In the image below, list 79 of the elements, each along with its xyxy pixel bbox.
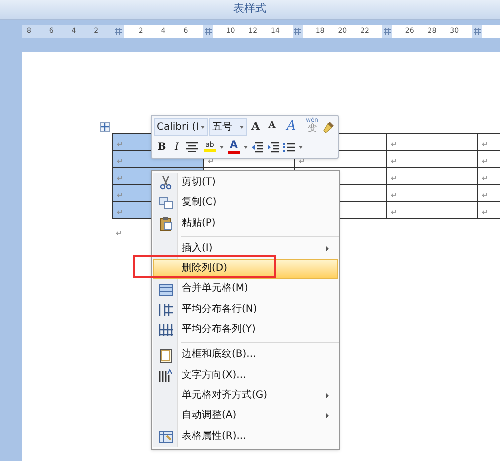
column-marker[interactable] <box>203 25 214 38</box>
menu-item[interactable]: 文字方向(X)... <box>153 366 338 386</box>
submenu-arrow-icon <box>326 246 329 252</box>
font-name-dropdown[interactable]: Calibri (Ⅰ <box>154 118 208 136</box>
menu-item[interactable]: 剪切(T) <box>153 173 338 194</box>
menu-item-label: 复制(C) <box>182 196 217 210</box>
submenu-arrow-icon <box>326 413 329 420</box>
menu-item-label: 边框和底纹(B)... <box>182 348 256 362</box>
dropdown-arrow-icon[interactable] <box>244 146 248 148</box>
paragraph-mark: ↵ <box>117 191 124 201</box>
table-properties-icon <box>159 430 173 443</box>
dropdown-arrow-icon[interactable] <box>220 146 224 148</box>
paragraph-mark: ↵ <box>482 174 489 184</box>
paragraph-mark: ↵ <box>117 157 124 167</box>
bullet-list-icon[interactable] <box>283 141 296 153</box>
distribute-rows-icon <box>159 304 173 316</box>
italic-button[interactable]: I <box>171 138 183 156</box>
increase-indent-icon[interactable] <box>267 141 280 153</box>
menu-item-label: 删除列(D) <box>182 262 228 276</box>
shrink-font-button[interactable]: A <box>264 118 280 136</box>
table-merge-icon <box>159 284 173 296</box>
menu-item[interactable]: 自动调整(A) <box>153 406 338 427</box>
grow-font-button[interactable]: A <box>248 118 264 136</box>
paragraph-mark: ↵ <box>391 140 398 150</box>
menu-item[interactable]: 平均分布各列(Y) <box>153 320 338 340</box>
copy-icon <box>159 197 173 210</box>
paragraph-mark: ↵ <box>117 140 124 150</box>
paragraph-mark: ↵ <box>391 191 398 201</box>
menu-item[interactable]: 删除列(D) <box>153 259 338 280</box>
column-marker[interactable] <box>114 25 124 38</box>
paragraph-mark: ↵ <box>116 229 123 239</box>
distribute-columns-icon <box>159 324 173 336</box>
column-marker[interactable] <box>472 25 482 38</box>
menu-item-label: 合并单元格(M) <box>182 282 248 296</box>
bold-button[interactable]: B <box>156 138 168 156</box>
menu-item-label: 插入(I) <box>182 242 213 256</box>
menu-item[interactable]: 粘贴(P) <box>153 214 338 234</box>
menu-item[interactable]: 表格属性(R)... <box>153 426 338 447</box>
scissors-icon <box>160 176 172 190</box>
paragraph-mark: ↵ <box>117 174 124 184</box>
dropdown-arrow-icon[interactable] <box>299 146 303 148</box>
move-handle-icon[interactable] <box>100 122 110 132</box>
menu-item-label: 平均分布各行(N) <box>182 302 258 317</box>
menu-item-label: 表格属性(R)... <box>182 430 246 444</box>
paragraph-mark: ↵ <box>482 208 489 218</box>
font-size-dropdown[interactable]: 五号 <box>209 118 248 136</box>
menu-item-label: 单元格对齐方式(G) <box>182 388 268 403</box>
menu-item-label: 剪切(T) <box>182 176 216 190</box>
paragraph-mark: ↵ <box>391 157 398 167</box>
menu-item-label: 文字方向(X)... <box>182 368 246 383</box>
window-title: 表样式 <box>234 1 266 18</box>
text-direction-icon <box>159 368 173 383</box>
menu-item[interactable]: 复制(C) <box>153 193 338 214</box>
paragraph-mark: ↵ <box>391 174 398 184</box>
menu-item[interactable]: 单元格对齐方式(G) <box>153 386 338 406</box>
paragraph-mark: ↵ <box>117 208 124 218</box>
column-marker[interactable] <box>292 25 303 38</box>
menu-item[interactable]: 边框和底纹(B)... <box>153 345 338 366</box>
paragraph-mark: ↵ <box>208 157 215 167</box>
decrease-indent-icon[interactable] <box>251 141 264 153</box>
paragraph-mark: ↵ <box>482 140 489 150</box>
menu-item-label: 自动调整(A) <box>182 409 237 424</box>
paragraph-mark: ↵ <box>299 157 306 167</box>
page-border-icon <box>160 348 172 363</box>
center-align-icon[interactable] <box>186 141 200 153</box>
font-color-button[interactable]: A <box>227 138 241 156</box>
text-styles-button[interactable]: A <box>280 118 302 136</box>
menu-item[interactable]: 合并单元格(M) <box>153 279 338 300</box>
menu-item-label: 平均分布各列(Y) <box>182 323 256 338</box>
menu-item[interactable]: 插入(I) <box>153 238 338 260</box>
format-painter-icon[interactable] <box>322 119 336 135</box>
menu-item[interactable]: 平均分布各行(N) <box>153 300 338 320</box>
paragraph-mark: ↵ <box>482 157 489 167</box>
submenu-arrow-icon <box>326 393 329 400</box>
column-marker[interactable] <box>382 25 392 38</box>
paragraph-mark: ↵ <box>482 191 489 201</box>
paragraph-mark: ↵ <box>391 208 398 218</box>
clipboard-icon <box>160 216 172 231</box>
menu-item-label: 粘贴(P) <box>182 216 216 231</box>
